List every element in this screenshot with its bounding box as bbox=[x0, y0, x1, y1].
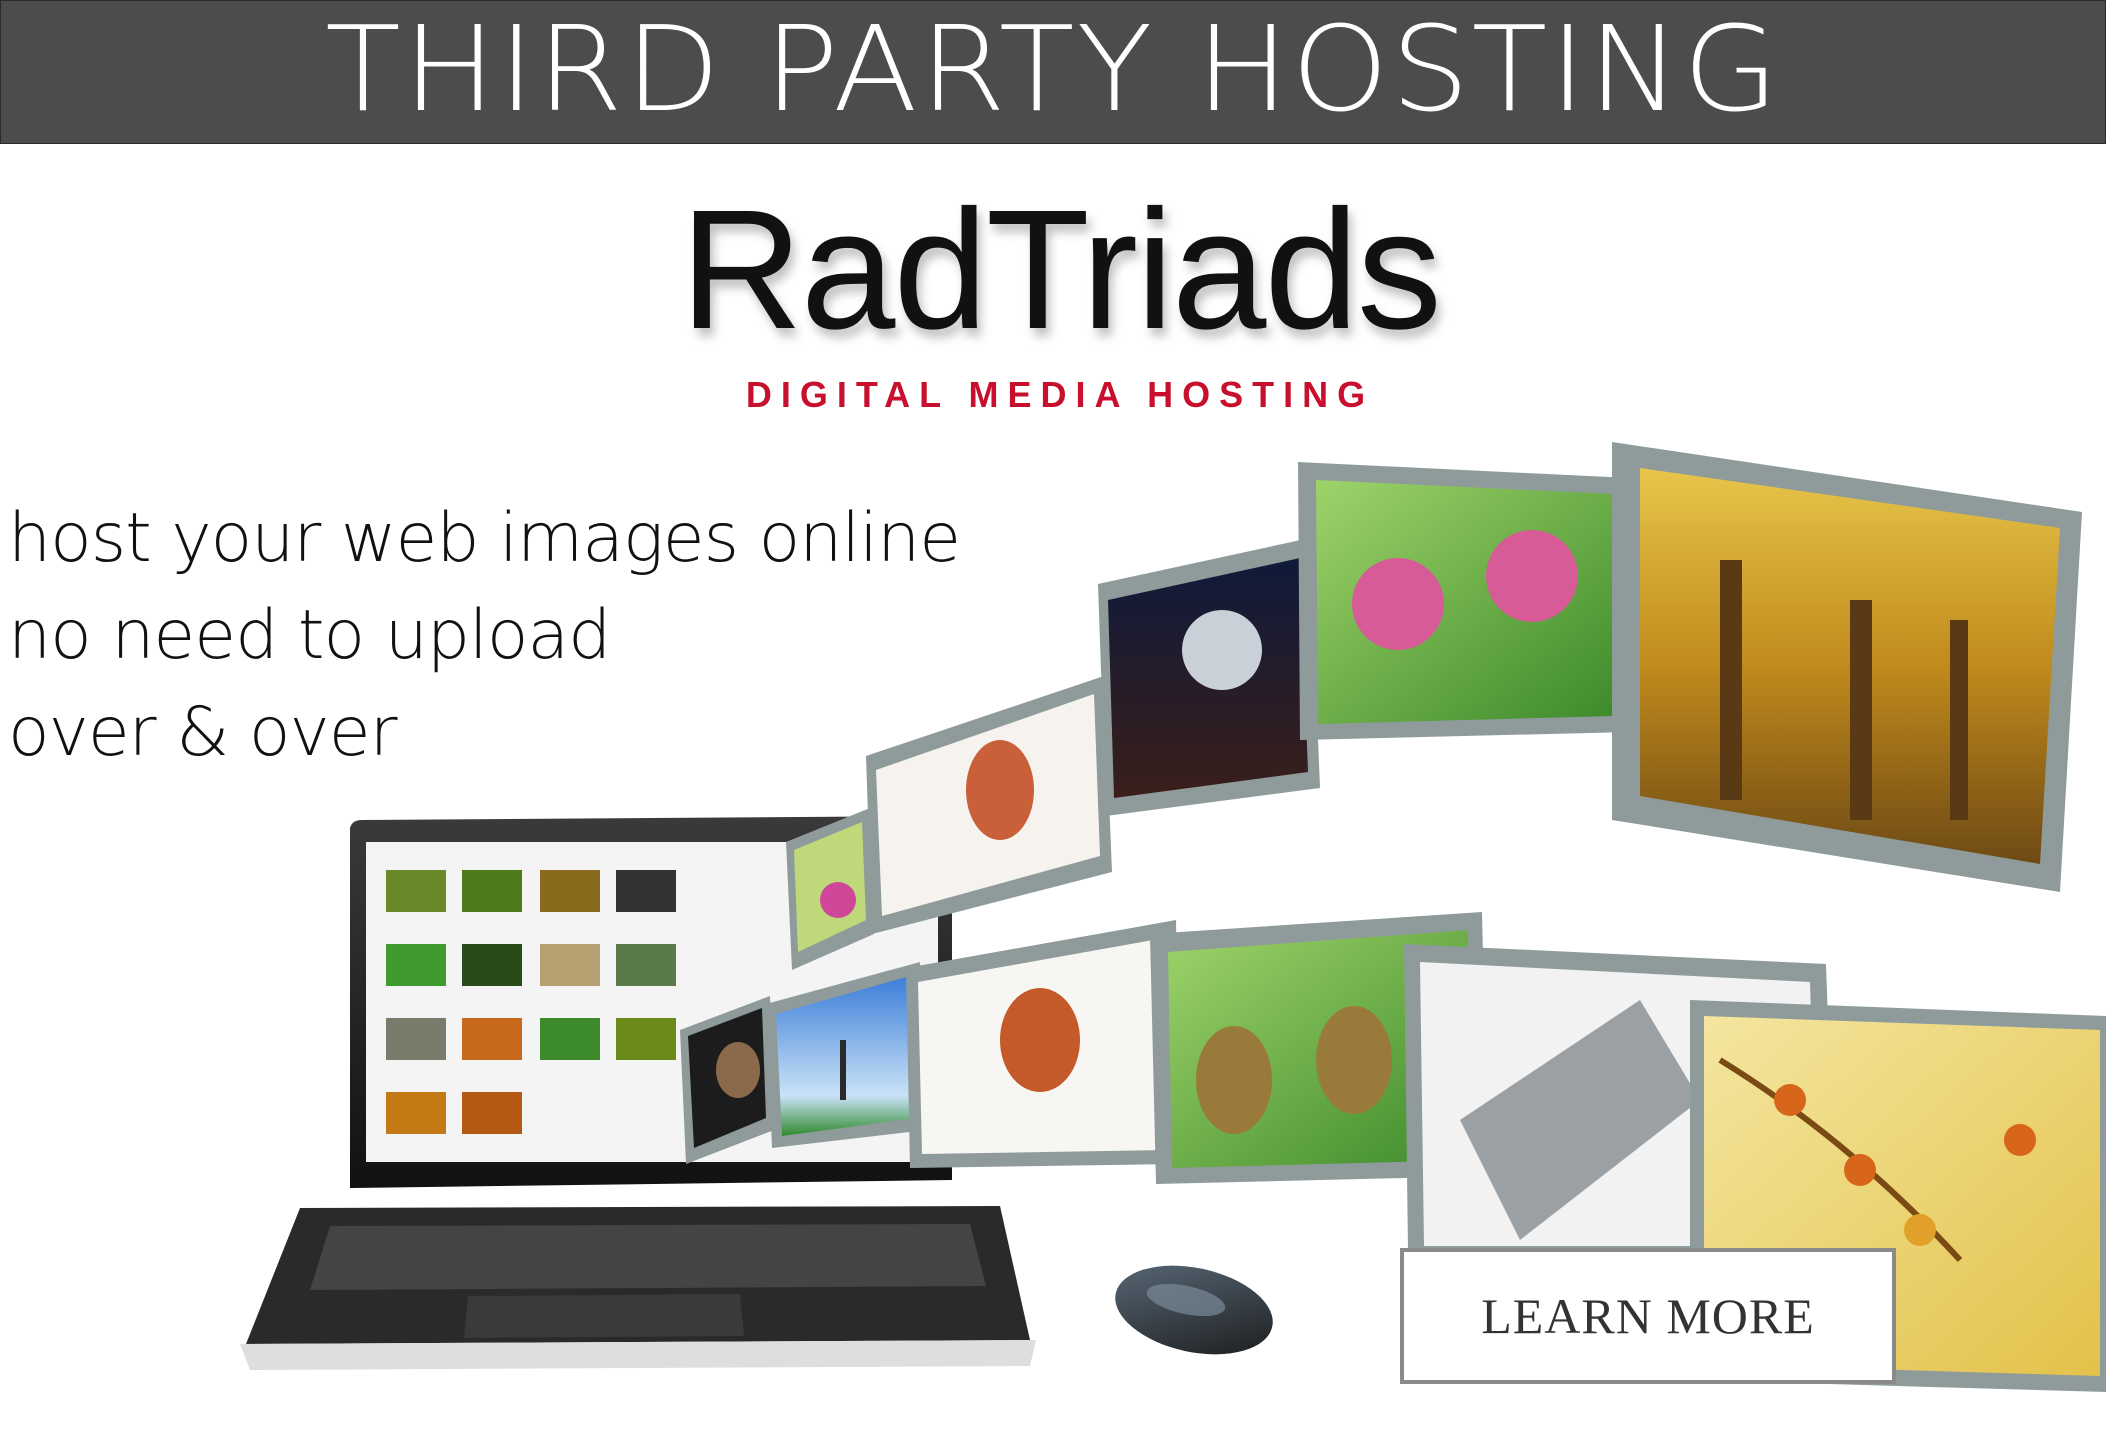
film-frame bbox=[1612, 442, 2082, 892]
copy-line: host your web images online bbox=[8, 499, 961, 578]
logo-tagline: DIGITAL MEDIA HOSTING bbox=[745, 374, 1375, 415]
film-frame bbox=[1298, 462, 1630, 740]
film-frame bbox=[1098, 538, 1320, 816]
learn-more-button[interactable]: LEARN MORE bbox=[1400, 1248, 1896, 1384]
copy-line: over & over bbox=[8, 693, 398, 772]
radtriads-logo: RadTriads DIGITAL MEDIA HOSTING bbox=[680, 170, 1442, 420]
logo-wordmark: RadTriads bbox=[680, 175, 1442, 365]
promo-copy: host your web images online no need to u… bbox=[8, 490, 961, 781]
copy-line: no need to upload bbox=[8, 596, 611, 675]
mouse bbox=[1115, 1265, 1273, 1355]
